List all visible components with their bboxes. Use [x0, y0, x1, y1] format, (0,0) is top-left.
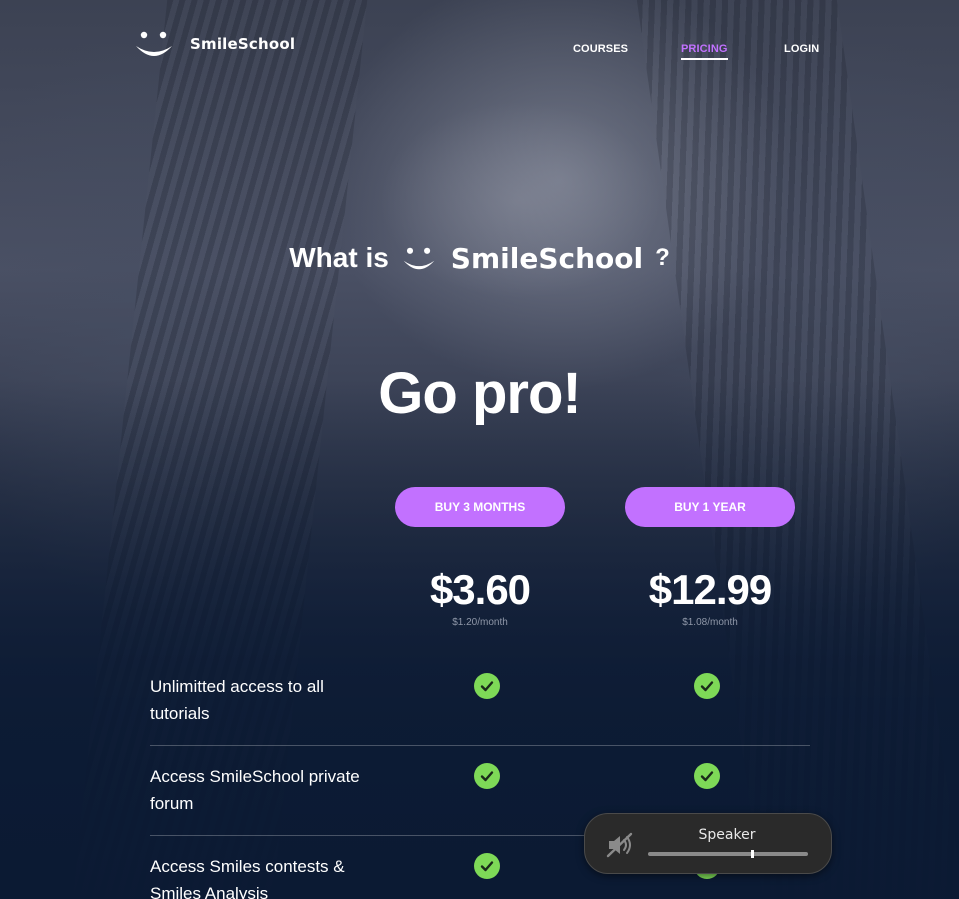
main-nav: COURSES PRICING LOGIN	[0, 43, 959, 63]
feature-row: Unlimitted access to all tutorials	[150, 656, 810, 746]
what-is-brand: SmileSchool	[450, 241, 644, 275]
what-is-heading: What is SmileSchool ?	[0, 238, 959, 278]
feature-label: Unlimitted access to all tutorials	[150, 677, 324, 723]
feature-label: Access Smiles contests & Smiles Analysis	[150, 857, 345, 899]
feature-label: Access SmileSchool private forum	[150, 767, 360, 813]
nav-login[interactable]: LOGIN	[784, 43, 819, 55]
smile-icon	[403, 247, 435, 270]
site-header: SmileSchool COURSES PRICING LOGIN	[0, 0, 959, 90]
check-icon	[694, 763, 720, 789]
nav-pricing[interactable]: PRICING	[681, 43, 728, 60]
price-3-months: $3.60	[429, 566, 531, 613]
check-icon	[474, 673, 500, 699]
what-is-question-mark: ?	[655, 244, 670, 271]
speaker-label: Speaker	[698, 827, 756, 843]
price-per-month-1-year: $1.08/month	[682, 617, 738, 628]
page-title: Go pro!	[378, 361, 581, 426]
volume-slider-handle[interactable]	[750, 850, 754, 858]
check-icon	[474, 763, 500, 789]
speaker-volume-popup: Speaker	[584, 813, 832, 874]
speaker-muted-icon[interactable]	[605, 830, 635, 860]
buy-1-year-button[interactable]: BUY 1 YEAR	[625, 487, 795, 527]
nav-courses[interactable]: COURSES	[573, 43, 628, 55]
buy-3-months-button[interactable]: BUY 3 MONTHS	[395, 487, 565, 527]
price-1-year: $12.99	[648, 566, 772, 613]
volume-slider[interactable]	[648, 852, 808, 856]
what-is-prefix: What is	[289, 242, 389, 273]
price-per-month-3-months: $1.20/month	[452, 617, 508, 628]
check-icon	[474, 853, 500, 879]
check-icon	[694, 673, 720, 699]
